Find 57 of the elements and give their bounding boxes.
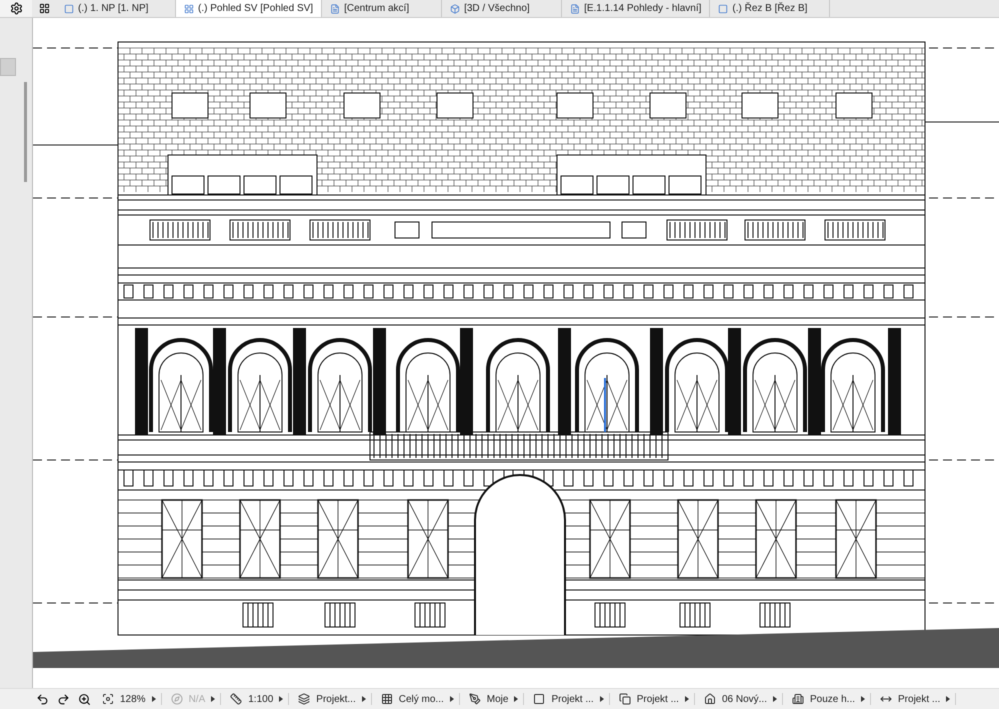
settings-icon [10, 2, 22, 15]
status-label: N/A [188, 694, 206, 704]
status-item[interactable]: Celý mo... [376, 693, 460, 705]
caret-icon [514, 696, 518, 702]
status-item[interactable]: Projekt... [293, 693, 372, 705]
status-label: 06 Nový... [722, 694, 767, 704]
status-label: Moje [486, 694, 508, 704]
caret-icon [684, 696, 689, 702]
status-item[interactable]: Projekt ... [875, 693, 956, 705]
grid-icon [380, 693, 393, 705]
undo-icon [36, 692, 49, 706]
status-label: Projekt ... [636, 694, 679, 704]
floor-plan-icon [64, 4, 74, 14]
elevation-icon [184, 4, 194, 14]
caret-icon [946, 696, 950, 702]
scrollbar-thumb[interactable] [24, 82, 27, 182]
document-icon [570, 4, 580, 14]
cube-icon [450, 4, 460, 14]
status-label: 1:100 [248, 694, 274, 704]
caret-icon [279, 696, 284, 702]
caret-icon [772, 696, 777, 702]
compass-icon [170, 693, 183, 705]
copy-icon [618, 693, 631, 705]
caret-icon [362, 696, 366, 702]
status-item[interactable]: 128% [97, 693, 162, 705]
status-label: Celý mo... [398, 694, 444, 704]
status-label: 128% [120, 694, 146, 704]
status-item[interactable]: Moje [464, 693, 524, 705]
status-item[interactable]: 06 Nový... [698, 693, 783, 705]
caret-icon [450, 696, 454, 702]
zoom-in-button[interactable] [76, 692, 93, 706]
section-icon [718, 4, 728, 14]
layers-icon [298, 693, 310, 705]
status-label: Pouze h... [810, 694, 856, 704]
status-label: Projekt ... [551, 694, 594, 704]
building-icon [792, 693, 804, 705]
caret-icon [600, 696, 604, 702]
fit-view-icon [102, 693, 114, 705]
grid-icon [38, 3, 50, 14]
caret-icon [152, 696, 156, 702]
pen-icon [468, 693, 481, 705]
status-item[interactable]: Projekt ... [528, 693, 610, 705]
settings-button[interactable] [0, 0, 32, 17]
square-icon [533, 693, 546, 705]
status-label: Projekt... [316, 694, 356, 704]
status-label: Projekt ... [898, 694, 940, 704]
house-icon [704, 693, 716, 705]
caret-icon [211, 696, 216, 702]
caret-icon [861, 696, 866, 702]
status-item[interactable]: Projekt ... [614, 693, 695, 705]
status-item[interactable]: 1:100 [225, 693, 290, 705]
redo-icon [57, 692, 70, 706]
zoom-in-icon [78, 692, 91, 706]
view-tab[interactable]: (.) Pohled SV [Pohled SV] [176, 0, 322, 17]
document-icon [330, 4, 340, 14]
status-item[interactable]: Pouze h... [786, 693, 872, 705]
ruler-icon [230, 693, 242, 705]
